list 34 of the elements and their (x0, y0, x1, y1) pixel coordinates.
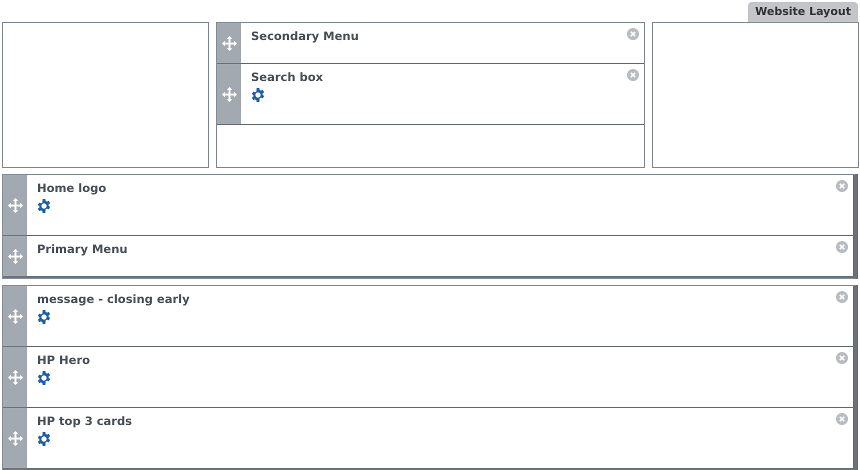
close-icon[interactable] (627, 28, 639, 40)
close-icon[interactable] (836, 413, 848, 425)
drag-handle[interactable] (3, 236, 27, 276)
move-icon[interactable] (8, 370, 22, 384)
move-icon[interactable] (8, 308, 22, 324)
move-icon[interactable] (8, 430, 22, 446)
block-title: Search box (251, 70, 324, 84)
block-title: HP top 3 cards (37, 414, 132, 428)
close-icon[interactable] (836, 291, 848, 303)
settings-icon[interactable] (37, 199, 51, 213)
settings-icon[interactable] (37, 310, 51, 324)
close-icon[interactable] (627, 69, 639, 81)
drag-handle[interactable] (3, 286, 27, 346)
drag-handle[interactable] (3, 175, 27, 235)
settings-icon[interactable] (251, 88, 265, 102)
block-title: Secondary Menu (251, 29, 359, 43)
drag-handle[interactable] (3, 408, 27, 468)
drag-handle[interactable] (3, 347, 27, 407)
move-icon[interactable] (8, 198, 22, 212)
close-icon[interactable] (836, 352, 848, 364)
settings-icon[interactable] (37, 432, 51, 446)
drag-handle[interactable] (217, 23, 241, 63)
settings-icon[interactable] (37, 371, 51, 385)
layout-tab[interactable]: Website Layout (748, 2, 858, 22)
block-title: message - closing early (37, 292, 190, 306)
block-title: Primary Menu (37, 242, 128, 256)
block-title: HP Hero (37, 353, 90, 367)
close-icon[interactable] (836, 180, 848, 192)
move-icon[interactable] (222, 86, 236, 102)
move-icon[interactable] (8, 248, 22, 264)
block-title: Home logo (37, 181, 106, 195)
close-icon[interactable] (836, 241, 848, 253)
drag-handle[interactable] (217, 64, 241, 124)
move-icon[interactable] (222, 36, 236, 50)
